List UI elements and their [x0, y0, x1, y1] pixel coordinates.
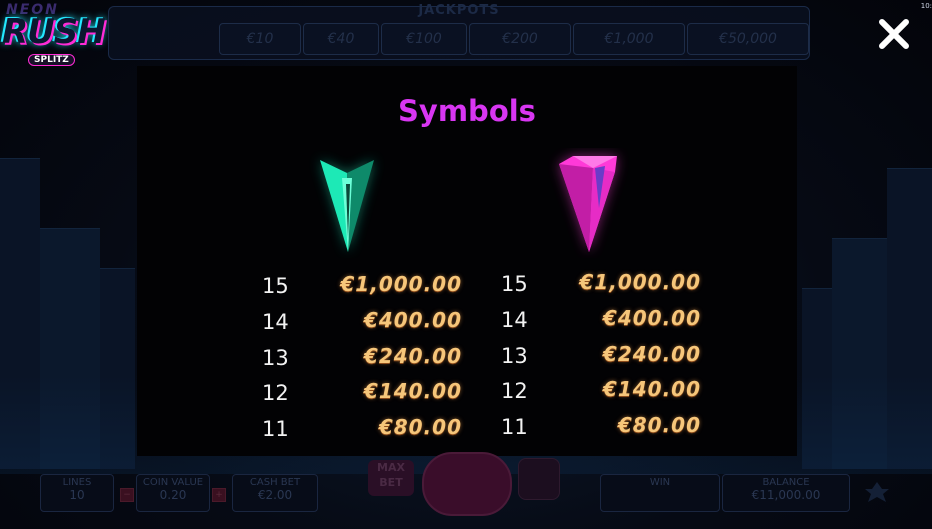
symbols-panel: Symbols 15 €1,000.00 14 €400.00 13 €240.…: [137, 66, 797, 456]
logo-rush-text: RUSH: [2, 12, 106, 52]
coin-decrease-button[interactable]: −: [120, 488, 134, 502]
pink-crystal-icon: [543, 148, 633, 258]
jackpot-value: €1,000: [573, 23, 685, 55]
lines-display: LINES 10: [40, 474, 114, 512]
jackpot-value: €200: [469, 23, 571, 55]
jackpot-value: €40: [303, 23, 379, 55]
panel-title: Symbols: [398, 94, 536, 128]
payout-amount: €400.00: [363, 308, 462, 332]
payout-amount: €1,000.00: [579, 270, 701, 294]
symbol-count: 12: [262, 381, 289, 405]
spin-button[interactable]: [422, 452, 512, 516]
autoplay-button[interactable]: [518, 458, 560, 500]
symbol-count: 14: [262, 310, 289, 334]
payout-amount: €140.00: [363, 379, 462, 403]
symbol-count: 11: [262, 417, 289, 441]
max-bet-line1: MAX: [377, 461, 405, 474]
green-crystal-icon: [302, 148, 392, 258]
coin-increase-button[interactable]: +: [212, 488, 226, 502]
coin-value-display: COIN VALUE 0.20: [136, 474, 210, 512]
settings-icon[interactable]: [862, 480, 892, 506]
paytable-row: 11 €80.00: [501, 413, 701, 443]
paytable-row: 12 €140.00: [501, 377, 701, 407]
paytable-row: 15 €1,000.00: [501, 270, 701, 300]
max-bet-button[interactable]: MAX BET: [368, 460, 414, 496]
close-icon: [879, 19, 909, 49]
paytable-row: 12 €140.00: [262, 379, 462, 409]
payout-amount: €80.00: [617, 413, 701, 437]
jackpot-value: €10: [219, 23, 301, 55]
lines-value: 10: [69, 488, 85, 502]
lines-label: LINES: [62, 477, 92, 488]
paytable-row: 13 €240.00: [262, 344, 462, 374]
cash-bet-display: CASH BET €2.00: [232, 474, 318, 512]
payout-amount: €80.00: [378, 415, 462, 439]
jackpot-title: JACKPOTS: [418, 3, 500, 18]
clock: 10:: [920, 2, 932, 10]
balance-display: BALANCE €11,000.00: [722, 474, 850, 512]
symbol-count: 14: [501, 308, 528, 332]
symbol-count: 12: [501, 379, 528, 403]
symbol-count: 11: [501, 415, 528, 439]
paytable-row: 13 €240.00: [501, 342, 701, 372]
balance-label: BALANCE: [762, 477, 810, 488]
coin-value-label: COIN VALUE: [142, 477, 204, 488]
win-display: WIN: [600, 474, 720, 512]
close-button[interactable]: [874, 14, 914, 54]
symbol-count: 13: [262, 346, 289, 370]
game-logo: NEON RUSH SPLITZ: [0, 2, 110, 70]
cash-bet-label: CASH BET: [249, 477, 301, 488]
paytable-row: 14 €400.00: [262, 308, 462, 338]
jackpot-value: €100: [381, 23, 467, 55]
symbol-count: 15: [501, 272, 528, 296]
payout-amount: €240.00: [363, 344, 462, 368]
symbol-count: 15: [262, 274, 289, 298]
win-label: WIN: [649, 477, 671, 488]
coin-value-value: 0.20: [159, 488, 187, 502]
symbol-count: 13: [501, 344, 528, 368]
payout-amount: €400.00: [602, 306, 701, 330]
logo-badge: SPLITZ: [28, 54, 75, 66]
jackpot-value: €50,000: [687, 23, 809, 55]
paytable-row: 14 €400.00: [501, 306, 701, 336]
paytable-row: 15 €1,000.00: [262, 272, 462, 302]
cash-bet-value: €2.00: [257, 488, 293, 502]
payout-amount: €240.00: [602, 342, 701, 366]
payout-amount: €1,000.00: [340, 272, 462, 296]
jackpot-bar: JACKPOTS €10 €40 €100 €200 €1,000 €50,00…: [108, 3, 810, 60]
balance-value: €11,000.00: [751, 488, 821, 502]
max-bet-line2: BET: [379, 476, 403, 489]
paytable-row: 11 €80.00: [262, 415, 462, 445]
payout-amount: €140.00: [602, 377, 701, 401]
